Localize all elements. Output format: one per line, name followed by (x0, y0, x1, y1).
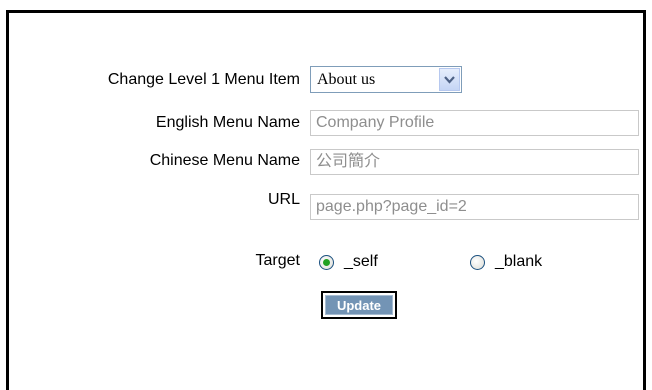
chevron-down-icon[interactable] (439, 68, 460, 91)
target-blank-label: _blank (495, 253, 543, 270)
radio-selected-icon[interactable] (319, 254, 334, 270)
url-label: URL (267, 191, 300, 208)
target-blank-option[interactable]: _blank (470, 250, 542, 274)
level1-menu-selected-value: About us (317, 71, 376, 88)
target-label: Target (255, 252, 300, 269)
update-button[interactable]: Update (321, 291, 397, 319)
url-field[interactable]: page.php?page_id=2 (310, 194, 639, 220)
update-button-label: Update (325, 295, 393, 315)
chinese-name-label: Chinese Menu Name (149, 152, 300, 169)
target-self-option[interactable]: _self (319, 250, 378, 274)
menu-edit-panel: Change Level 1 Menu Item About us Englis… (6, 10, 646, 390)
target-self-label: _self (344, 253, 378, 270)
chinese-name-field[interactable]: 公司簡介 (310, 149, 639, 175)
level1-menu-select[interactable]: About us (310, 66, 462, 93)
level1-menu-label: Change Level 1 Menu Item (107, 71, 300, 88)
radio-unselected-icon[interactable] (470, 254, 485, 270)
english-name-label: English Menu Name (155, 114, 300, 131)
english-name-field[interactable]: Company Profile (310, 110, 639, 136)
